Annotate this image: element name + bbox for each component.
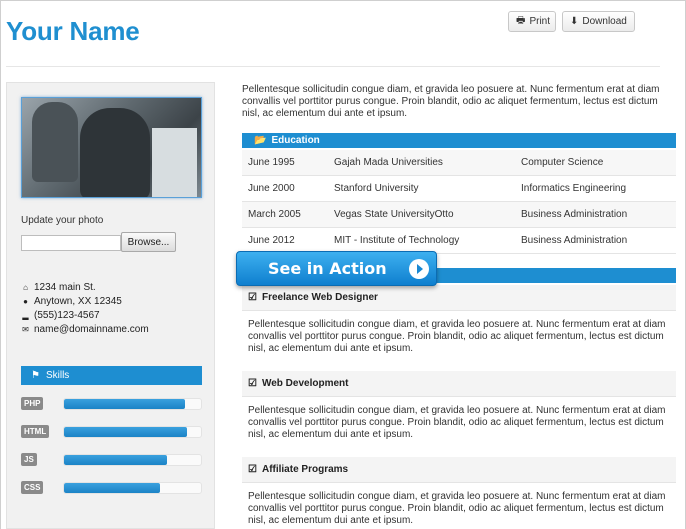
browse-button[interactable]: Browse...: [121, 232, 176, 252]
job-title-row: ☑ Freelance Web Designer: [242, 285, 676, 311]
skill-label: HTML: [21, 425, 50, 438]
photo-file-input[interactable]: [21, 235, 121, 251]
contact-city: ● Anytown, XX 12345: [21, 295, 149, 309]
folder-open-icon: 📂: [254, 135, 267, 146]
envelope-icon: ✉: [22, 325, 29, 334]
skill-bar: [63, 398, 202, 410]
skill-bar: [63, 426, 202, 438]
skill-bar-fill: [64, 455, 167, 465]
signal-icon: ▂: [22, 311, 29, 320]
job-title-row: ☑ Web Development: [242, 371, 676, 397]
job-title-row: ☑ Affiliate Programs: [242, 457, 676, 483]
contact-address: ⌂ 1234 main St.: [21, 281, 149, 295]
photo-figure-center: [80, 108, 150, 197]
job-description: Pellentesque sollicitudin congue diam, e…: [248, 491, 666, 526]
skills-title: Skills: [45, 370, 70, 381]
check-square-icon: ☑: [248, 464, 257, 475]
home-icon: ⌂: [23, 283, 28, 292]
phone-text: (555)123-4567: [34, 310, 100, 321]
download-label: Download: [582, 16, 627, 27]
job-title: Freelance Web Designer: [261, 292, 378, 303]
update-photo-label: Update your photo: [21, 215, 104, 226]
download-icon: ⬇: [570, 16, 579, 27]
see-in-action-label: See in Action: [268, 259, 387, 278]
skill-label: PHP: [21, 397, 44, 410]
city-text: Anytown, XX 12345: [34, 296, 122, 307]
print-button[interactable]: 🖶 Print: [508, 11, 556, 32]
skill-html: HTML: [21, 425, 202, 439]
address-text: 1234 main St.: [34, 282, 96, 293]
skill-php: PHP: [21, 397, 202, 411]
edu-school: Stanford University: [334, 183, 419, 194]
skill-css: CSS: [21, 481, 202, 495]
job-title: Affiliate Programs: [261, 464, 349, 475]
education-title: Education: [271, 135, 320, 146]
download-button[interactable]: ⬇ Download: [562, 11, 635, 32]
education-header: 📂 Education: [242, 133, 676, 148]
skill-label: CSS: [21, 481, 44, 494]
edu-field: Business Administration: [521, 209, 628, 220]
sidebar: Update your photo Browse... ⌂ 1234 main …: [6, 82, 215, 529]
edu-date: June 2000: [248, 183, 295, 194]
education-table: June 1995 Gajah Mada Universities Comput…: [242, 150, 676, 254]
table-row: June 1995 Gajah Mada Universities Comput…: [242, 150, 676, 176]
printer-icon: 🖶: [516, 15, 526, 26]
edu-date: June 1995: [248, 157, 295, 168]
edu-field: Informatics Engineering: [521, 183, 627, 194]
edu-school: MIT - Institute of Technology: [334, 235, 460, 246]
edu-date: June 2012: [248, 235, 295, 246]
skill-bar-fill: [64, 483, 160, 493]
edu-field: Business Administration: [521, 235, 628, 246]
check-square-icon: ☑: [248, 292, 257, 303]
table-row: June 2000 Stanford University Informatic…: [242, 176, 676, 202]
skill-js: JS: [21, 453, 202, 467]
see-in-action-button[interactable]: See in Action: [236, 251, 437, 286]
tag-icon: ⚑: [31, 370, 40, 381]
check-square-icon: ☑: [248, 378, 257, 389]
skill-bar-fill: [64, 427, 188, 437]
print-label: Print: [529, 16, 551, 27]
contact-email: ✉ name@domainname.com: [21, 323, 149, 337]
contact-phone: ▂ (555)123-4567: [21, 309, 149, 323]
skill-label: JS: [21, 453, 37, 466]
map-marker-icon: ●: [23, 297, 28, 306]
skill-bar-fill: [64, 399, 185, 409]
edu-school: Gajah Mada Universities: [334, 157, 443, 168]
skill-bar: [63, 454, 202, 466]
contact-info: ⌂ 1234 main St. ● Anytown, XX 12345 ▂ (5…: [21, 281, 149, 337]
edu-school: Vegas State UniversityOtto: [334, 209, 454, 220]
intro-paragraph: Pellentesque sollicitudin congue diam, e…: [242, 84, 660, 119]
email-text: name@domainname.com: [34, 324, 149, 335]
skill-bar: [63, 482, 202, 494]
skills-header: ⚑ Skills: [21, 366, 202, 385]
photo-figure-right: [152, 128, 197, 197]
job-title: Web Development: [261, 378, 349, 389]
photo-figure-left: [32, 102, 78, 182]
job-description: Pellentesque sollicitudin congue diam, e…: [248, 405, 666, 440]
edu-field: Computer Science: [521, 157, 604, 168]
play-circle-icon: [408, 258, 429, 279]
edu-date: March 2005: [248, 209, 301, 220]
page-title: Your Name: [6, 16, 140, 46]
table-row: March 2005 Vegas State UniversityOtto Bu…: [242, 202, 676, 228]
job-description: Pellentesque sollicitudin congue diam, e…: [248, 319, 666, 354]
header-divider: [6, 66, 660, 67]
profile-photo[interactable]: [21, 97, 202, 198]
